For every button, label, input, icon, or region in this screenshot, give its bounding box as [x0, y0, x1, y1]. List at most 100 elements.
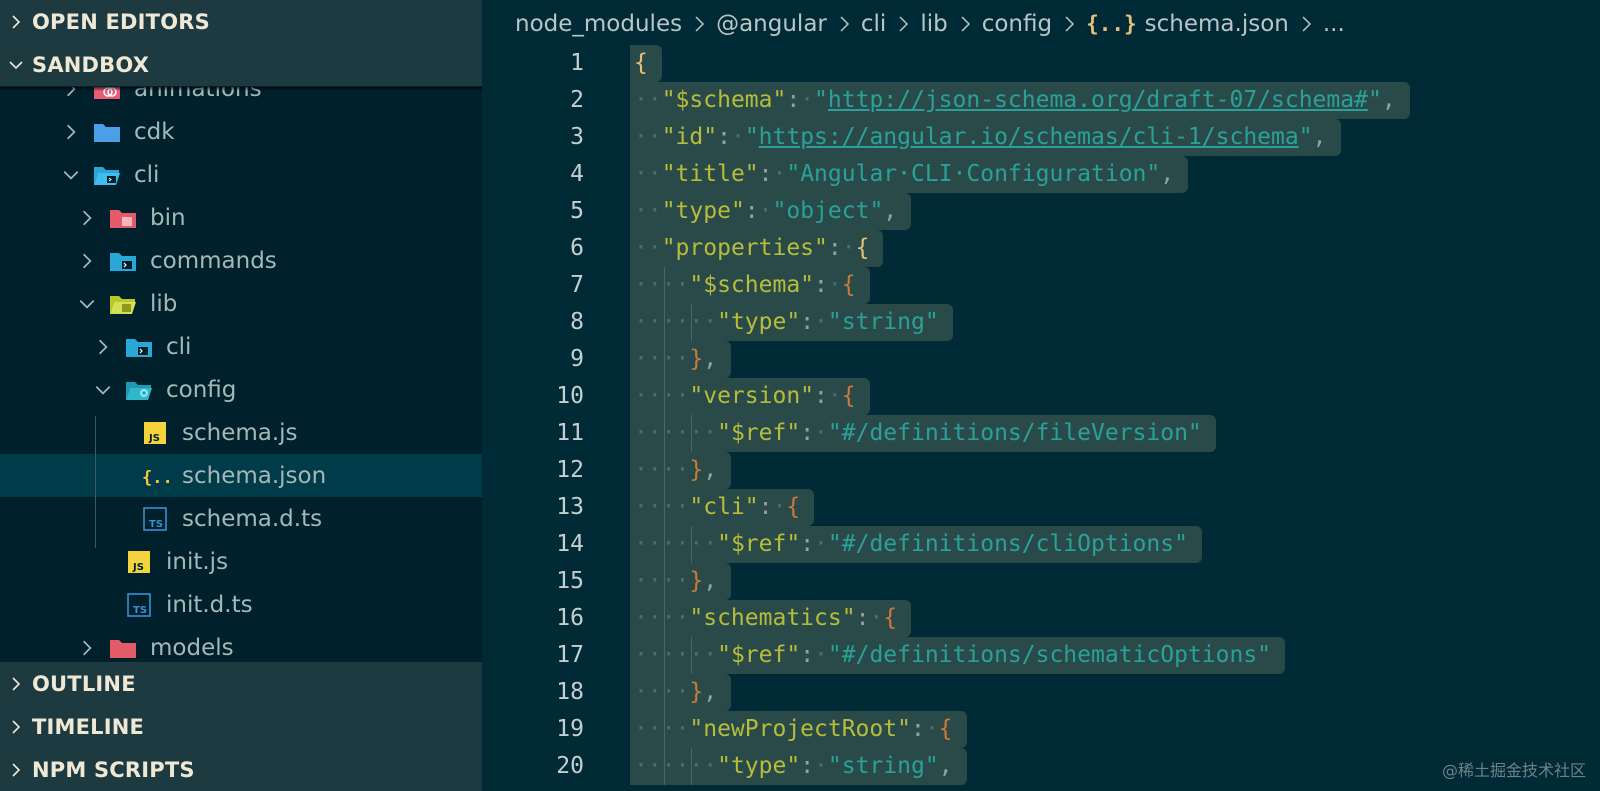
code-text[interactable]: ··"properties":·{ — [634, 230, 869, 267]
tree-item-config[interactable]: config — [0, 368, 482, 411]
breadcrumb-item[interactable]: node_modules — [515, 11, 682, 37]
code-line[interactable]: 11 ······"$ref":·"#/definitions/fileVersi… — [482, 415, 1600, 452]
breadcrumb-item[interactable]: ... — [1323, 11, 1345, 37]
code-text[interactable]: ····"newProjectRoot":·{ — [634, 711, 953, 748]
punctuation: : — [758, 161, 773, 187]
code-line[interactable]: 16 ····"schematics":·{ — [482, 600, 1600, 637]
code-text[interactable]: ····"version":·{ — [634, 378, 856, 415]
code-text[interactable]: ····}, — [634, 674, 717, 711]
punctuation: : — [717, 124, 731, 150]
javascript-file-icon: JS — [124, 549, 154, 575]
code-line[interactable]: 10 ····"version":·{ — [482, 378, 1600, 415]
section-sandbox[interactable]: SANDBOX — [0, 43, 482, 86]
section-label: SANDBOX — [32, 52, 150, 77]
breadcrumb-item[interactable]: cli — [861, 11, 886, 37]
tree-item-lib[interactable]: lib — [0, 282, 482, 325]
punctuation: , — [938, 753, 953, 779]
breadcrumb-item[interactable]: lib — [920, 11, 947, 37]
url-link[interactable]: http://json-schema.org/draft-07/schema# — [828, 87, 1368, 113]
typescript-file-icon: TS — [124, 592, 154, 618]
code-text[interactable]: ····}, — [634, 563, 717, 600]
tree-item-lib-cli[interactable]: cli — [0, 325, 482, 368]
chevron-right-icon — [0, 762, 32, 778]
code-text[interactable]: { — [634, 45, 648, 82]
json-key: "schematics" — [689, 605, 856, 631]
code-line[interactable]: 12 ····}, — [482, 452, 1600, 489]
code-text[interactable]: ······"$ref":·"#/definitions/schematicOp… — [634, 637, 1271, 674]
line-number: 19 — [556, 716, 584, 742]
whitespace-dots: ······ — [634, 531, 718, 557]
section-timeline[interactable]: TIMELINE — [0, 705, 482, 748]
code-text[interactable]: ······"type":·"string", — [634, 748, 953, 785]
code-line[interactable]: 18 ····}, — [482, 674, 1600, 711]
json-key: "$schema" — [689, 272, 815, 298]
punctuation: : — [827, 235, 842, 261]
code-text[interactable]: ····"schematics":·{ — [634, 600, 897, 637]
code-line[interactable]: 15 ····}, — [482, 563, 1600, 600]
bracket: } — [689, 568, 704, 594]
section-label: NPM SCRIPTS — [32, 757, 195, 782]
line-number: 17 — [556, 642, 584, 668]
code-editor[interactable]: node_modules @angular cli lib config {..… — [482, 0, 1600, 791]
tree-item-schema-js[interactable]: JS schema.js — [0, 411, 482, 454]
tree-item-commands[interactable]: commands — [0, 239, 482, 282]
folder-cli-open-icon — [92, 162, 122, 188]
bracket: { — [634, 50, 648, 76]
code-text[interactable]: ··"type":·"object", — [634, 193, 897, 230]
code-text[interactable]: ······"$ref":·"#/definitions/fileVersion… — [634, 415, 1202, 452]
whitespace-dots: ···· — [634, 605, 690, 631]
svg-text:JS: JS — [148, 433, 160, 444]
code-line[interactable]: 19 ····"newProjectRoot":·{ — [482, 711, 1600, 748]
code-text[interactable]: ··"title":·"Angular·CLI·Configuration", — [634, 156, 1174, 193]
code-text[interactable]: ······"type":·"string" — [634, 304, 939, 341]
code-line[interactable]: 1{ — [482, 45, 1600, 82]
code-text[interactable]: ··"id":·"https://angular.io/schemas/cli-… — [634, 119, 1326, 156]
tree-item-init-d-ts[interactable]: TS init.d.ts — [0, 583, 482, 626]
breadcrumb-item[interactable]: schema.json — [1145, 11, 1289, 37]
scroll-shadow — [0, 87, 482, 91]
code-text[interactable]: ····}, — [634, 341, 717, 378]
code-text[interactable]: ····"cli":·{ — [634, 489, 800, 526]
tree-item-models[interactable]: models — [0, 626, 482, 659]
code-line[interactable]: 8 ······"type":·"string" — [482, 304, 1600, 341]
section-npm-scripts[interactable]: NPM SCRIPTS — [0, 748, 482, 791]
code-line[interactable]: 9 ····}, — [482, 341, 1600, 378]
code-line[interactable]: 7 ····"$schema":·{ — [482, 267, 1600, 304]
tree-item-label: lib — [150, 290, 178, 317]
code-text[interactable]: ····"$schema":·{ — [634, 267, 856, 304]
tree-item-bin[interactable]: bin — [0, 196, 482, 239]
folder-lib-open-icon — [108, 291, 138, 317]
line-number: 11 — [556, 420, 584, 446]
section-outline[interactable]: OUTLINE — [0, 662, 482, 705]
tree-item-label: init.js — [166, 548, 229, 575]
line-number: 8 — [570, 309, 584, 335]
code-line[interactable]: 13 ····"cli":·{ — [482, 489, 1600, 526]
code-line[interactable]: 14 ······"$ref":·"#/definitions/cliOption… — [482, 526, 1600, 563]
json-key: "properties" — [661, 235, 828, 261]
code-text[interactable]: ··"$schema":·"http://json-schema.org/dra… — [634, 82, 1396, 119]
json-string: " — [1298, 124, 1313, 150]
chevron-right-icon — [0, 676, 32, 692]
json-key: "id" — [661, 124, 718, 150]
code-text[interactable]: ····}, — [634, 452, 717, 489]
breadcrumb-item[interactable]: config — [982, 11, 1052, 37]
line-number: 2 — [570, 87, 584, 113]
punctuation: : — [786, 87, 801, 113]
tree-item-init-js[interactable]: JS init.js — [0, 540, 482, 583]
code-line[interactable]: 5 ··"type":·"object", — [482, 193, 1600, 230]
punctuation: , — [1160, 161, 1175, 187]
code-text[interactable]: ······"$ref":·"#/definitions/cliOptions" — [634, 526, 1188, 563]
tree-item-cli[interactable]: cli — [0, 153, 482, 196]
tree-item-schema-json[interactable]: {..} schema.json — [0, 454, 482, 497]
code-line[interactable]: 4 ··"title":·"Angular·CLI·Configuration", — [482, 156, 1600, 193]
code-line[interactable]: 20 ······"type":·"string", — [482, 748, 1600, 785]
url-link[interactable]: https://angular.io/schemas/cli-1/schema — [759, 124, 1299, 150]
code-line[interactable]: 17 ······"$ref":·"#/definitions/schematic… — [482, 637, 1600, 674]
tree-item-schema-d-ts[interactable]: TS schema.d.ts — [0, 497, 482, 540]
code-line[interactable]: 6 ··"properties":·{ — [482, 230, 1600, 267]
code-line[interactable]: 2 ··"$schema":·"http://json-schema.org/dr… — [482, 82, 1600, 119]
tree-item-cdk[interactable]: cdk — [0, 110, 482, 153]
section-open-editors[interactable]: OPEN EDITORS — [0, 0, 482, 43]
breadcrumb-item[interactable]: @angular — [716, 11, 827, 37]
code-line[interactable]: 3 ··"id":·"https://angular.io/schemas/cli… — [482, 119, 1600, 156]
